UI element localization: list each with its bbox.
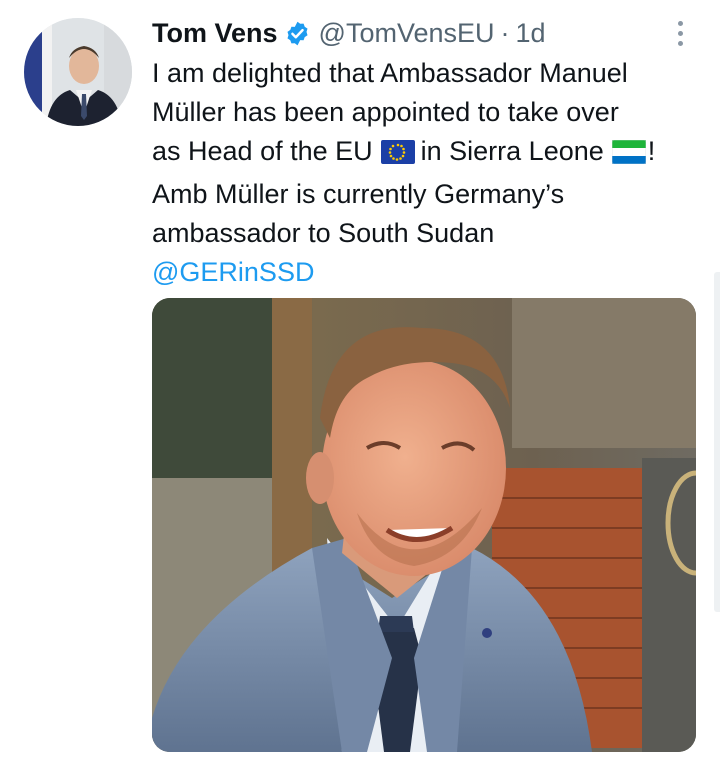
tweet-header: Tom Vens @TomVensEU · 1d — [152, 16, 546, 50]
eu-flag-icon — [380, 136, 415, 175]
tweet-text-line: I am delighted that Ambassador Manuel — [152, 58, 628, 88]
scroll-edge — [714, 272, 720, 612]
author-handle[interactable]: @TomVensEU — [319, 16, 495, 50]
tweet-text-segment: ! — [647, 136, 656, 166]
more-options-icon[interactable] — [668, 16, 692, 50]
tweet-text-line: Müller has been appointed to take over — [152, 97, 619, 127]
tweet-text: I am delighted that Ambassador Manuel Mü… — [152, 54, 697, 292]
avatar[interactable] — [24, 18, 132, 126]
tweet-text-segment: as Head of the EU — [152, 136, 373, 166]
author-name[interactable]: Tom Vens — [152, 16, 278, 50]
separator-dot: · — [500, 18, 510, 48]
tweet-photo[interactable] — [152, 298, 696, 752]
tweet-text-segment: in Sierra Leone — [420, 136, 604, 166]
mention-link[interactable]: @GERinSSD — [152, 253, 697, 292]
sierra-leone-flag-icon — [611, 136, 647, 175]
tweet-text-line: Amb Müller is currently Germany’s — [152, 179, 565, 209]
tweet-text-line: as Head of the EU in Sierra Leone ! — [152, 132, 697, 175]
photo-image — [152, 298, 696, 752]
verified-badge-icon — [284, 20, 311, 47]
tweet[interactable]: Tom Vens @TomVensEU · 1d I am delighted … — [0, 0, 720, 763]
avatar-image — [24, 18, 132, 126]
timestamp[interactable]: 1d — [516, 16, 546, 50]
tweet-text-line: ambassador to South Sudan — [152, 218, 495, 248]
